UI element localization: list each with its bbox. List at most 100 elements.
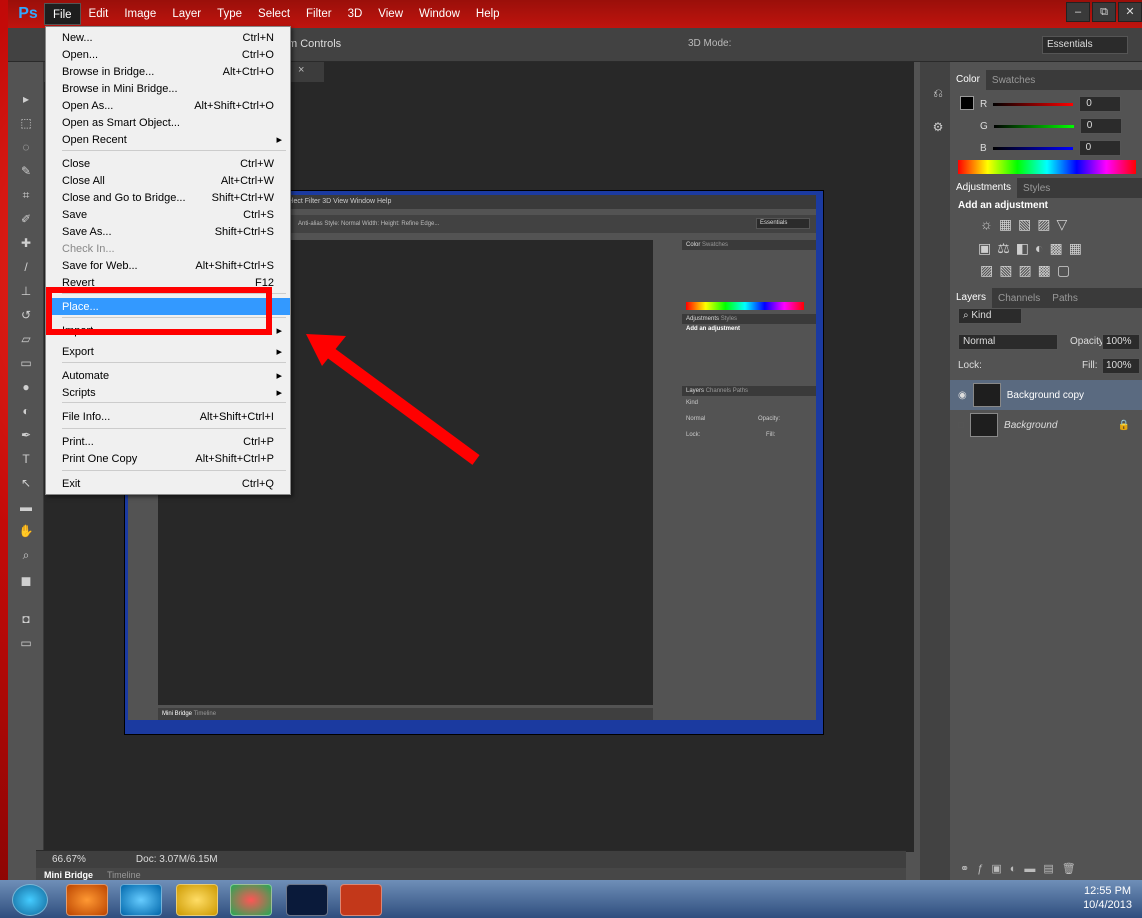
file-menu-item[interactable]: Save Ctrl+S — [46, 206, 290, 223]
tab-layers[interactable]: Layers — [950, 288, 993, 308]
tab-color[interactable]: Color — [950, 70, 986, 90]
zoom-tool-icon[interactable]: ⌕ — [16, 546, 36, 564]
tab-channels[interactable]: Channels — [992, 293, 1046, 304]
eyedropper-tool-icon[interactable]: ✐ — [16, 210, 36, 228]
pen-tool-icon[interactable]: ✒ — [16, 426, 36, 444]
layer-row[interactable]: ◉ Background copy — [950, 380, 1142, 410]
tab-adjustments[interactable]: Adjustments — [950, 178, 1018, 198]
blue-slider[interactable] — [992, 146, 1073, 150]
menu-window[interactable]: Window — [411, 3, 468, 25]
mini-bridge-tab[interactable]: Mini Bridge — [36, 870, 101, 880]
history-brush-tool-icon[interactable]: ↺ — [16, 306, 36, 324]
layer-kind-filter[interactable]: ⌕ Kind — [958, 308, 1022, 324]
internet-explorer-icon[interactable] — [120, 884, 162, 916]
menu-view[interactable]: View — [370, 3, 411, 25]
file-explorer-icon[interactable] — [176, 884, 218, 916]
file-menu-item[interactable]: Close and Go to Bridge... Shift+Ctrl+W — [46, 189, 290, 206]
file-menu-item[interactable]: Close All Alt+Ctrl+W — [46, 172, 290, 189]
layer-name[interactable]: Background copy — [1007, 390, 1084, 401]
menu-select[interactable]: Select — [250, 3, 298, 25]
chrome-icon[interactable] — [230, 884, 272, 916]
menu-3d[interactable]: 3D — [340, 3, 371, 25]
file-menu-item[interactable]: Browse in Bridge... Alt+Ctrl+O — [46, 63, 290, 80]
menu-filter[interactable]: Filter — [298, 3, 340, 25]
tab-paths[interactable]: Paths — [1046, 293, 1084, 304]
layers-footer-icons[interactable]: ⚭ƒ▣◐▬▤🗑 — [960, 862, 1084, 875]
file-menu-item[interactable]: Scripts ▸ — [46, 384, 290, 401]
stamp-tool-icon[interactable]: ⊥ — [16, 282, 36, 300]
photoshop-taskbar-icon[interactable] — [286, 884, 328, 916]
crop-tool-icon[interactable]: ⌗ — [16, 186, 36, 204]
menu-help[interactable]: Help — [468, 3, 508, 25]
marquee-tool-icon[interactable]: ⬚ — [16, 114, 36, 132]
gradient-tool-icon[interactable]: ▭ — [16, 354, 36, 372]
document-size[interactable]: Doc: 3.07M/6.15M — [136, 854, 218, 865]
start-button-icon[interactable] — [12, 884, 48, 916]
visibility-eye-icon[interactable]: ◉ — [958, 390, 967, 401]
workspace-switcher[interactable]: Essentials — [1042, 36, 1128, 54]
powerpoint-icon[interactable] — [340, 884, 382, 916]
screen-mode-icon[interactable]: ▭ — [16, 634, 36, 652]
file-menu-item[interactable]: Exit Ctrl+Q — [46, 475, 290, 492]
tab-styles[interactable]: Styles — [1017, 183, 1056, 194]
file-menu-item[interactable]: Browse in Mini Bridge... — [46, 80, 290, 97]
path-select-tool-icon[interactable]: ↖ — [16, 474, 36, 492]
opacity-field[interactable]: 100% — [1102, 334, 1140, 350]
green-slider[interactable] — [993, 124, 1074, 128]
tab-swatches[interactable]: Swatches — [986, 75, 1041, 86]
blend-mode-select[interactable]: Normal — [958, 334, 1058, 350]
system-clock[interactable]: 12:55 PM 10/4/2013 — [1083, 884, 1132, 912]
brush-tool-icon[interactable]: / — [16, 258, 36, 276]
zoom-level[interactable]: 66.67% — [52, 854, 86, 865]
green-value[interactable]: 0 — [1079, 118, 1122, 134]
foreground-background-color-icon[interactable]: ■ — [16, 572, 36, 590]
transform-controls-label[interactable]: m Controls — [288, 38, 341, 50]
close-button[interactable]: ✕ — [1118, 2, 1142, 22]
menu-image[interactable]: Image — [116, 3, 164, 25]
file-menu-item[interactable]: Export ▸ — [46, 343, 290, 360]
fill-field[interactable]: 100% — [1102, 358, 1140, 374]
file-menu-item[interactable]: New... Ctrl+N — [46, 29, 290, 46]
file-menu-item[interactable]: File Info... Alt+Shift+Ctrl+I — [46, 408, 290, 425]
file-menu-item[interactable]: Save for Web... Alt+Shift+Ctrl+S — [46, 257, 290, 274]
eraser-tool-icon[interactable]: ▱ — [16, 330, 36, 348]
type-tool-icon[interactable]: T — [16, 450, 36, 468]
visibility-eye-icon[interactable]: □ — [958, 420, 964, 431]
quick-mask-icon[interactable]: ◘ — [16, 610, 36, 628]
blue-value[interactable]: 0 — [1078, 140, 1121, 156]
hand-tool-icon[interactable]: ✋ — [16, 522, 36, 540]
firefox-icon[interactable] — [66, 884, 108, 916]
healing-tool-icon[interactable]: ✚ — [16, 234, 36, 252]
menu-layer[interactable]: Layer — [164, 3, 209, 25]
adjustment-icons-row-3[interactable]: ▨▧▨▩▢ — [980, 262, 1076, 279]
blur-tool-icon[interactable]: ● — [16, 378, 36, 396]
file-menu-item[interactable]: Open Recent ▸ — [46, 131, 290, 148]
menu-type[interactable]: Type — [209, 3, 250, 25]
adjustment-icons-row-1[interactable]: ☼▦▧▨▽ — [980, 216, 1073, 233]
file-menu-item[interactable]: Print... Ctrl+P — [46, 433, 290, 450]
file-menu-item[interactable]: Automate ▸ — [46, 367, 290, 384]
layer-name[interactable]: Background — [1004, 420, 1057, 431]
lasso-tool-icon[interactable]: ◌ — [16, 138, 36, 156]
file-menu-item[interactable]: Open... Ctrl+O — [46, 46, 290, 63]
restore-button[interactable]: ⧉ — [1092, 2, 1116, 22]
dodge-tool-icon[interactable]: ◐ — [16, 402, 36, 420]
file-menu-item[interactable]: Save As... Shift+Ctrl+S — [46, 223, 290, 240]
properties-panel-icon[interactable]: ⚙ — [928, 118, 948, 136]
file-menu-item[interactable]: Close Ctrl+W — [46, 155, 290, 172]
file-menu-item[interactable]: Print One Copy Alt+Shift+Ctrl+P — [46, 450, 290, 467]
foreground-color-swatch[interactable] — [960, 96, 974, 110]
minimize-button[interactable]: – — [1066, 2, 1090, 22]
history-panel-icon[interactable]: ⎌ — [928, 84, 948, 102]
timeline-tab[interactable]: Timeline — [101, 870, 147, 880]
layer-row[interactable]: □ Background 🔒 — [950, 410, 1142, 440]
file-menu-item[interactable]: Open as Smart Object... — [46, 114, 290, 131]
color-spectrum[interactable] — [958, 160, 1136, 174]
adjustment-icons-row-2[interactable]: ▣⚖◧◐▩▦ — [978, 240, 1088, 257]
shape-tool-icon[interactable]: ▬ — [16, 498, 36, 516]
move-tool-icon[interactable]: ▸ — [16, 90, 36, 108]
file-menu-item[interactable]: Open As... Alt+Shift+Ctrl+O — [46, 97, 290, 114]
close-document-icon[interactable]: × — [298, 64, 304, 76]
red-value[interactable]: 0 — [1079, 96, 1122, 112]
menu-edit[interactable]: Edit — [81, 3, 117, 25]
